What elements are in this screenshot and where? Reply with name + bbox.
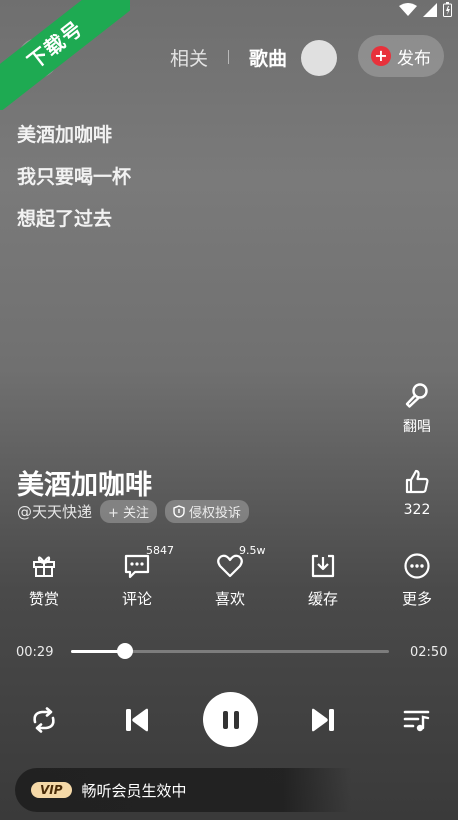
vip-status-bar[interactable]: VIP 畅听会员生效中 [15, 768, 351, 812]
next-button[interactable] [303, 700, 343, 740]
download-label: 缓存 [307, 590, 338, 608]
favorite-label: 喜欢 [214, 590, 245, 608]
lyric-line: 我只要喝一杯 [17, 166, 132, 188]
battery-icon [443, 2, 452, 17]
gift-icon [33, 556, 55, 577]
artist-name[interactable]: @天天快递 [17, 501, 92, 522]
previous-icon [126, 708, 148, 732]
ribbon-text: 下载号 [0, 0, 130, 110]
reward-button[interactable]: 赞赏 [14, 552, 74, 609]
tab-song[interactable]: 歌曲 [249, 44, 287, 71]
shield-icon [173, 505, 185, 518]
avatar[interactable] [301, 40, 337, 76]
current-time: 00:29 [16, 645, 54, 660]
lyric-line: 想起了过去 [17, 208, 113, 230]
loop-button[interactable] [24, 700, 64, 740]
thumbs-up-icon [405, 469, 429, 494]
playlist-icon [403, 710, 430, 732]
pause-icon [222, 710, 239, 729]
wifi-icon [399, 2, 417, 16]
comment-button[interactable]: 5847 评论 [107, 544, 174, 609]
corner-ribbon: 下载号 [0, 0, 130, 110]
cover-sing-button[interactable]: 翻唱 [392, 382, 442, 436]
progress-thumb[interactable] [117, 643, 134, 659]
vip-status-text: 畅听会员生效中 [81, 781, 187, 800]
favorite-button[interactable]: 9.5w 喜欢 [200, 544, 266, 609]
status-bar [399, 2, 452, 17]
report-label: 侵权投诉 [189, 506, 242, 521]
previous-button[interactable] [117, 700, 157, 740]
more-button[interactable]: 更多 [387, 552, 447, 609]
follow-label: + 关注 [108, 506, 150, 521]
comment-label: 评论 [121, 590, 152, 608]
like-button[interactable]: 322 [392, 468, 442, 518]
vip-badge: VIP [31, 782, 72, 798]
signal-icon [423, 2, 437, 17]
publish-label: 发布 [397, 48, 431, 69]
tab-divider [228, 50, 230, 64]
playlist-button[interactable] [397, 700, 437, 740]
report-button[interactable]: 侵权投诉 [165, 500, 250, 523]
follow-button[interactable]: + 关注 [100, 500, 158, 523]
cover-sing-label: 翻唱 [403, 419, 431, 435]
pause-button[interactable] [203, 692, 258, 747]
lyric-line: 美酒加咖啡 [17, 124, 113, 146]
repeat-icon [33, 707, 55, 733]
song-meta: @天天快递 + 关注 侵权投诉 [17, 500, 250, 523]
more-icon [404, 553, 430, 579]
microphone-icon [405, 383, 428, 408]
tab-related[interactable]: 相关 [170, 44, 208, 71]
comment-count: 5847 [146, 544, 174, 557]
like-count: 322 [403, 502, 431, 518]
reward-label: 赞赏 [28, 590, 59, 608]
favorite-count: 9.5w [239, 544, 266, 557]
plus-icon: + [371, 46, 391, 66]
publish-button[interactable]: + 发布 [358, 35, 444, 77]
more-label: 更多 [401, 590, 432, 608]
total-time: 02:50 [410, 645, 448, 660]
download-button[interactable]: 缓存 [293, 552, 353, 609]
top-tabs: 相关 歌曲 [170, 42, 287, 72]
progress-bar[interactable] [71, 643, 389, 659]
next-icon [312, 708, 334, 732]
song-title: 美酒加咖啡 [17, 470, 152, 501]
download-icon [311, 554, 335, 578]
